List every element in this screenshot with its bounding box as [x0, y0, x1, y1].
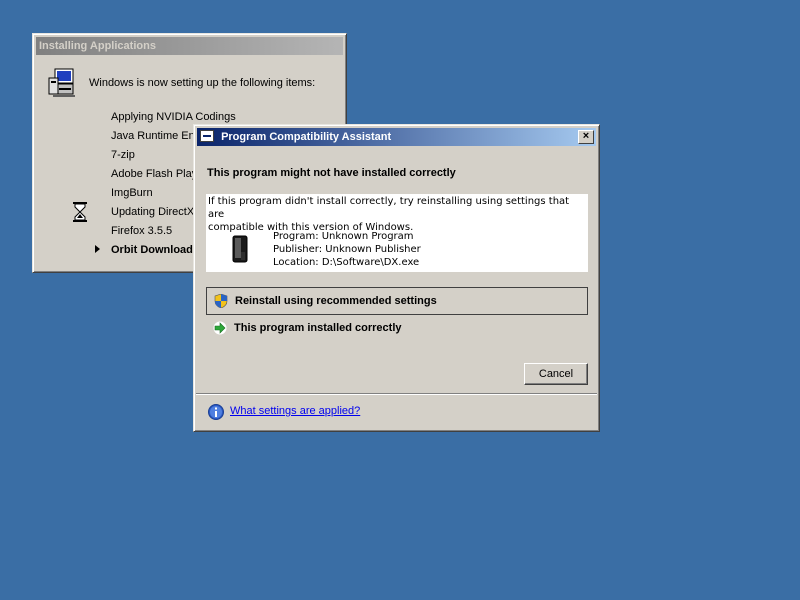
pca-heading: This program might not have installed co…	[207, 167, 456, 179]
installed-correctly-option[interactable]: This program installed correctly	[206, 315, 588, 343]
reinstall-option-label: Reinstall using recommended settings	[235, 295, 437, 307]
hourglass-icon	[73, 202, 87, 222]
arrow-right-icon	[95, 245, 100, 253]
window-app-icon	[200, 130, 214, 142]
reinstall-recommended-option[interactable]: Reinstall using recommended settings	[206, 287, 588, 315]
program-icon	[232, 235, 248, 263]
install-title-bar[interactable]: Installing Applications	[36, 37, 343, 55]
program-compatibility-dialog: Program Compatibility Assistant × This p…	[193, 124, 600, 432]
close-button[interactable]: ×	[578, 130, 594, 144]
computer-setup-icon	[48, 68, 75, 97]
pca-title: Program Compatibility Assistant	[221, 131, 392, 143]
pca-title-bar[interactable]: Program Compatibility Assistant ×	[197, 128, 596, 146]
green-arrow-icon	[213, 321, 227, 335]
cancel-button[interactable]: Cancel	[524, 363, 588, 385]
install-title: Installing Applications	[39, 40, 156, 52]
footer-divider	[196, 393, 597, 395]
installed-option-label: This program installed correctly	[234, 322, 402, 334]
info-icon	[208, 404, 224, 420]
program-location: Location: D:\Software\DX.exe	[273, 257, 420, 268]
program-publisher: Publisher: Unknown Publisher	[273, 244, 421, 255]
program-name: Program: Unknown Program	[273, 231, 414, 242]
program-details: Program: Unknown Program Publisher: Unkn…	[273, 230, 421, 269]
info-text-line: If this program didn't install correctly…	[208, 196, 570, 220]
install-header: Windows is now setting up the following …	[89, 77, 316, 89]
settings-help-link[interactable]: What settings are applied?	[230, 405, 360, 417]
program-info-panel: If this program didn't install correctly…	[206, 194, 588, 272]
shield-icon	[214, 294, 228, 308]
